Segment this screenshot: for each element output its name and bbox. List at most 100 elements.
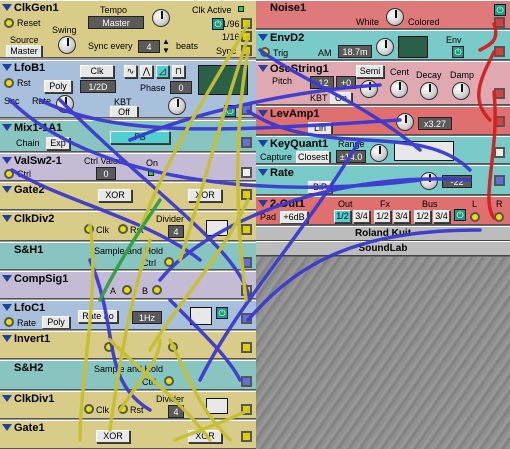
key-selector[interactable] (394, 141, 454, 161)
b-input-jack[interactable] (152, 285, 162, 295)
collapse-arrow-icon[interactable] (2, 124, 12, 131)
rate-input-jack[interactable] (4, 317, 14, 327)
rate-knob[interactable] (56, 95, 74, 113)
sync-output-jack[interactable] (241, 45, 252, 56)
semi-button[interactable]: Semi (356, 65, 384, 78)
module-sh2[interactable]: S&H2 Sample and Hold Ctrl (0, 360, 256, 390)
collapse-arrow-icon[interactable] (258, 169, 268, 176)
gain-knob[interactable] (396, 113, 414, 131)
ctrl-input-jack[interactable] (164, 257, 174, 267)
spinner-arrows-icon[interactable]: ▲ ▼ (162, 37, 170, 55)
tempo-knob[interactable] (152, 9, 170, 27)
gate-output-jack[interactable] (241, 431, 252, 442)
module-rate[interactable]: Rate BiP -22 (256, 165, 510, 195)
collapse-arrow-icon[interactable] (258, 140, 268, 147)
gate-op2-select[interactable]: XOR (188, 189, 222, 202)
module-clkdiv2[interactable]: ClkDiv2 Clk Rst Divider 4 (0, 211, 256, 241)
source-master-button[interactable]: Master (6, 45, 42, 57)
env-output-jack[interactable] (494, 46, 505, 57)
in1-input-jack[interactable] (104, 342, 114, 352)
comp-output-jack[interactable] (241, 285, 252, 296)
wave-sine-icon[interactable]: ∿ (124, 65, 137, 78)
collapse-arrow-icon[interactable] (2, 424, 12, 431)
closest-button[interactable]: Closest (296, 151, 330, 163)
clk-input-jack[interactable] (84, 224, 94, 234)
in2-input-jack[interactable] (168, 342, 178, 352)
module-sh1[interactable]: S&H1 Sample and Hold Ctrl (0, 242, 256, 270)
lin-button[interactable]: Lin (308, 122, 332, 134)
collapse-arrow-icon[interactable] (258, 200, 268, 207)
range-knob[interactable] (370, 144, 388, 162)
trig-input-jack[interactable] (260, 47, 270, 57)
a-input-jack[interactable] (122, 285, 132, 295)
gate-op1-select[interactable]: XOR (98, 189, 132, 202)
valsw-output-jack[interactable] (241, 167, 252, 178)
clkdiv-output-jack[interactable] (241, 224, 252, 235)
module-noise1[interactable]: Noise1 White Colored ⏻ (256, 0, 510, 29)
module-oscstring1[interactable]: OscString1 Pitch -12 +0 Semi Cent Decay … (256, 61, 510, 105)
module-invert1[interactable]: Invert1 (0, 331, 256, 359)
power-icon[interactable]: ⏻ (212, 18, 224, 30)
rst-input-jack[interactable] (118, 404, 128, 414)
module-gate1[interactable]: Gate1 XOR XOR (0, 420, 256, 449)
out-ch34-button[interactable]: 3/4 (353, 210, 370, 223)
collapse-arrow-icon[interactable] (2, 215, 12, 222)
phase-knob[interactable] (168, 97, 186, 115)
rst-input-jack[interactable] (118, 224, 128, 234)
module-envd2[interactable]: EnvD2 Trig AM 18.7m Env ⏻ (256, 30, 510, 60)
right-input-jack[interactable] (494, 212, 504, 222)
lfo-output-jack[interactable] (241, 104, 252, 115)
collapse-arrow-icon[interactable] (258, 65, 268, 72)
ctrl-input-jack[interactable] (164, 376, 174, 386)
pad-button[interactable]: +6dB (280, 211, 308, 224)
power-icon[interactable]: ⏻ (494, 4, 506, 16)
collapse-arrow-icon[interactable] (2, 335, 12, 342)
module-clkdiv1[interactable]: ClkDiv1 Clk Rst Divider 4 (0, 391, 256, 419)
collapse-arrow-icon[interactable] (258, 34, 268, 41)
module-levamp1[interactable]: LevAmp1 Lin x3.27 (256, 106, 510, 135)
module-valsw2[interactable]: ValSw2-1 Ctrl Value On Ctrl 0 (0, 153, 256, 181)
clkdiv-output-jack[interactable] (241, 404, 252, 415)
power-icon[interactable]: ⏻ (452, 46, 464, 58)
module-clkgen1[interactable]: ClkGen1 Reset Source Master Swing Tempo … (0, 0, 256, 58)
collapse-arrow-icon[interactable] (2, 275, 12, 282)
wave-square-icon[interactable]: ⊓ (172, 65, 185, 78)
collapse-arrow-icon[interactable] (258, 110, 268, 117)
rate-lo-button[interactable]: Rate Lo (78, 310, 118, 323)
collapse-arrow-icon[interactable] (2, 4, 12, 11)
module-lfob1[interactable]: LfoB1 Rst Clk Poly 1/2D ∿ ⋀ ◿ ⊓ Phase 0 … (0, 60, 256, 118)
kbt-button[interactable]: On (330, 92, 352, 104)
levamp-output-jack[interactable] (494, 116, 505, 127)
rate-knob[interactable] (420, 172, 438, 190)
div96-output-jack[interactable] (241, 18, 252, 29)
reset-input-jack[interactable] (4, 18, 14, 28)
out-ch12-button[interactable]: 1/2 (334, 210, 351, 223)
wave-saw-icon[interactable]: ◿ (156, 65, 169, 78)
poly-button[interactable]: Poly (42, 316, 70, 329)
left-input-jack[interactable] (470, 212, 480, 222)
invert-output-jack[interactable] (241, 342, 252, 353)
decay-knob[interactable] (376, 38, 394, 56)
wave-tri-icon[interactable]: ⋀ (140, 65, 153, 78)
bip-button[interactable]: BiP (308, 181, 332, 194)
clk-input-jack[interactable] (84, 404, 94, 414)
module-2out1[interactable]: 2-Out1 Out Fx Bus Pad +6dB 1/2 3/4 1/2 3… (256, 196, 510, 225)
gate-op1-select[interactable]: XOR (96, 430, 130, 443)
rate-output-jack[interactable] (494, 175, 505, 186)
power-icon[interactable]: ⏻ (216, 307, 228, 319)
sh-output-jack[interactable] (241, 257, 252, 268)
poly-button[interactable]: Poly (44, 80, 72, 93)
sync-every-value[interactable]: 4 (138, 40, 160, 53)
div16-output-jack[interactable] (241, 31, 252, 42)
power-icon[interactable]: ⏻ (454, 209, 466, 221)
fx-ch12-button[interactable]: 1/2 (374, 210, 391, 223)
rst-input-jack[interactable] (4, 78, 14, 88)
damp-knob[interactable] (452, 82, 470, 100)
collapse-arrow-icon[interactable] (2, 64, 12, 71)
collapse-arrow-icon[interactable] (2, 157, 12, 164)
clk-button[interactable]: Clk (80, 65, 114, 78)
sh-output-jack[interactable] (241, 376, 252, 387)
bus-ch34-button[interactable]: 3/4 (433, 210, 450, 223)
collapse-arrow-icon[interactable] (2, 395, 12, 402)
fx-ch34-button[interactable]: 3/4 (393, 210, 410, 223)
